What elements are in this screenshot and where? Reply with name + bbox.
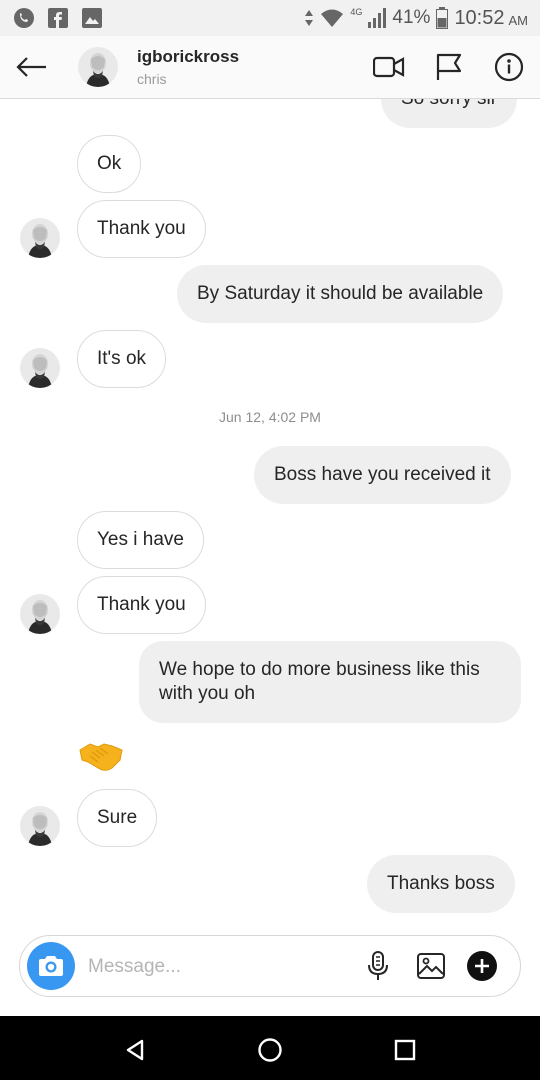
- message-bubble-outgoing[interactable]: We hope to do more business like this wi…: [139, 641, 521, 723]
- sender-avatar[interactable]: [20, 806, 60, 846]
- microphone-icon: [368, 951, 388, 980]
- back-button[interactable]: [14, 50, 48, 84]
- message-bubble-outgoing[interactable]: Boss have you received it: [254, 446, 511, 504]
- sender-avatar[interactable]: [20, 218, 60, 258]
- camera-button[interactable]: [27, 942, 75, 990]
- gallery-button[interactable]: [414, 949, 448, 983]
- facebook-icon: [46, 6, 70, 30]
- back-arrow-icon: [16, 57, 46, 77]
- battery-icon: [436, 7, 449, 29]
- message-bubble-outgoing[interactable]: Thanks boss: [367, 855, 515, 913]
- nav-home-button[interactable]: [252, 1032, 288, 1068]
- network-type: 4G: [350, 7, 363, 17]
- message-composer: [19, 935, 521, 997]
- handshake-icon: [79, 743, 123, 771]
- message-bubble-outgoing[interactable]: By Saturday it should be available: [177, 265, 504, 323]
- nav-back-button[interactable]: [117, 1032, 153, 1068]
- flag-icon: [436, 53, 462, 80]
- signal-icon: [368, 8, 387, 28]
- status-bar: 4G 41% 10:52 AM: [0, 0, 540, 36]
- video-call-button[interactable]: [372, 50, 406, 84]
- nav-back-icon: [126, 1039, 144, 1061]
- message-bubble-incoming[interactable]: It's ok: [77, 330, 167, 388]
- message-text: Thanks boss: [387, 873, 495, 894]
- chat-header: igborickross chris: [0, 36, 540, 99]
- sender-avatar[interactable]: [20, 348, 60, 388]
- system-nav-bar: [0, 1016, 540, 1080]
- clock-ampm: AM: [508, 12, 529, 28]
- battery-percent: 41%: [392, 7, 431, 28]
- profile-avatar[interactable]: [78, 47, 118, 87]
- wifi-icon: [321, 9, 344, 27]
- video-call-icon: [373, 56, 405, 78]
- message-text: Thank you: [97, 218, 186, 239]
- message-timestamp: Jun 12, 4:02 PM: [219, 409, 321, 425]
- handshake-emoji[interactable]: [78, 738, 124, 774]
- message-text: Sure: [97, 807, 138, 828]
- whatsapp-icon: [12, 6, 36, 30]
- sender-avatar[interactable]: [20, 594, 60, 634]
- nav-home-icon: [258, 1038, 282, 1062]
- flag-button[interactable]: [432, 50, 466, 84]
- message-bubble-incoming[interactable]: Sure: [77, 789, 158, 847]
- info-button[interactable]: [492, 50, 526, 84]
- gallery-icon: [80, 6, 104, 30]
- info-icon: [494, 52, 524, 82]
- message-text: Boss have you received it: [274, 464, 491, 485]
- more-options-button[interactable]: [465, 949, 499, 983]
- message-bubble-incoming[interactable]: Ok: [77, 135, 142, 193]
- message-bubble-outgoing[interactable]: So sorry sir: [381, 98, 518, 128]
- nav-recents-button[interactable]: [387, 1032, 423, 1068]
- message-thread[interactable]: So sorry sir Ok Thank you By Saturday it…: [0, 98, 540, 928]
- message-text: By Saturday it should be available: [197, 283, 484, 304]
- message-text: Yes i have: [97, 529, 184, 550]
- chat-subtitle: chris: [137, 71, 167, 87]
- add-icon: [467, 951, 497, 981]
- message-text: So sorry sir: [401, 98, 498, 109]
- camera-icon: [39, 956, 63, 976]
- clock-time: 10:52: [454, 6, 505, 29]
- nav-recents-icon: [394, 1039, 416, 1061]
- message-text: Thank you: [97, 594, 186, 615]
- data-arrows-icon: [305, 10, 314, 26]
- voice-message-button[interactable]: [361, 949, 395, 983]
- message-text: It's ok: [97, 348, 147, 369]
- message-input[interactable]: [86, 950, 340, 984]
- image-icon: [417, 953, 445, 979]
- message-text: Ok: [97, 153, 122, 174]
- chat-username[interactable]: igborickross: [137, 47, 239, 67]
- message-text: We hope to do more business like this wi…: [159, 659, 480, 704]
- message-bubble-incoming[interactable]: Yes i have: [77, 511, 204, 569]
- message-bubble-incoming[interactable]: Thank you: [77, 200, 206, 258]
- message-bubble-incoming[interactable]: Thank you: [77, 576, 206, 634]
